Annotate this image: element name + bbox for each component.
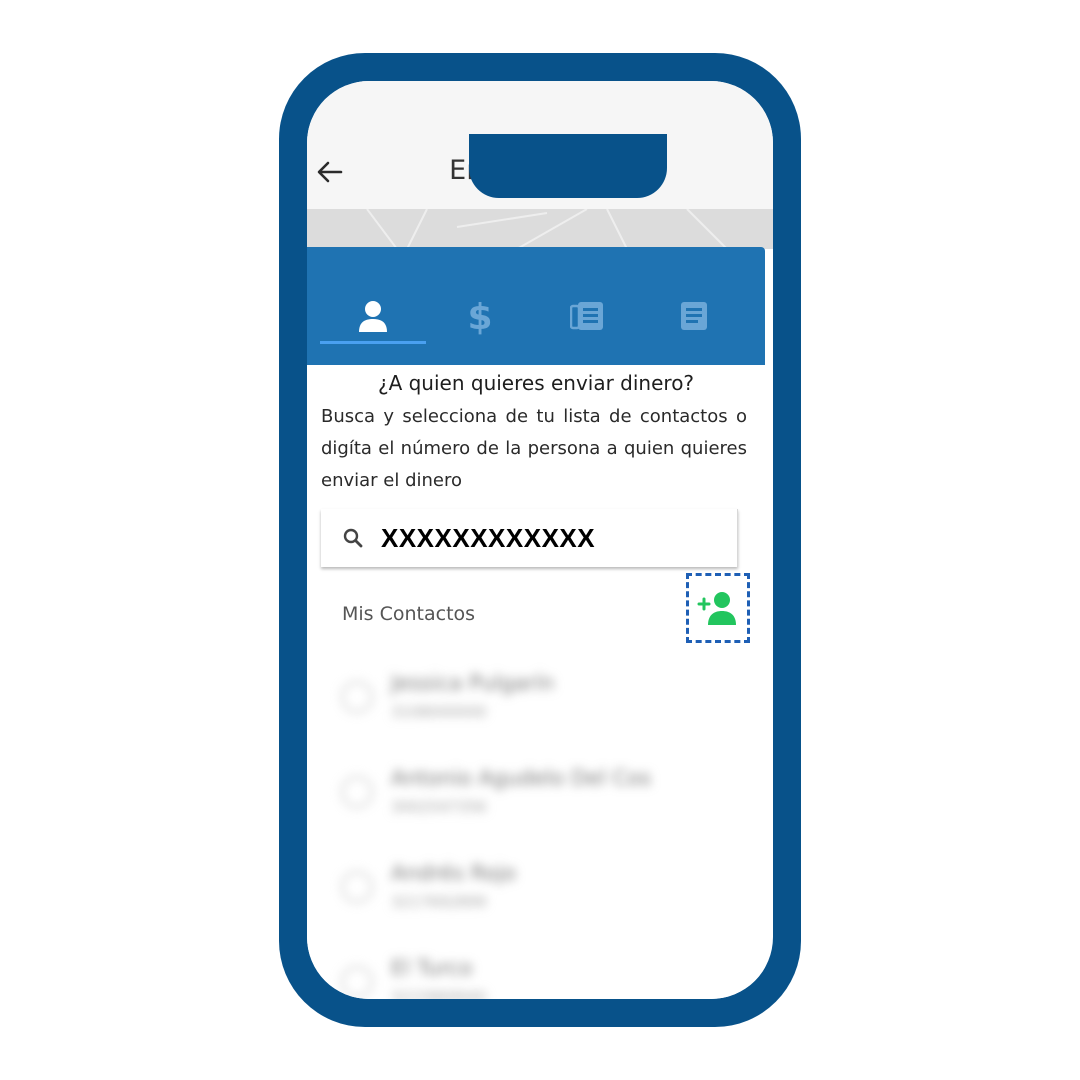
contact-name: Antonio Agudelo Del Cos bbox=[391, 766, 652, 790]
contact-row[interactable]: Jessica Pulgarín 3108000000 bbox=[307, 657, 765, 752]
tab-bar: $ bbox=[307, 247, 765, 365]
phone-frame: Enviar dinero $ bbox=[279, 53, 801, 1027]
contact-row[interactable]: Andrés Rojo 3217692899 bbox=[307, 847, 765, 942]
contact-number: 3108000000 bbox=[391, 703, 487, 721]
contact-row[interactable]: El Turco 3215869940 bbox=[307, 942, 765, 999]
person-icon bbox=[359, 301, 387, 332]
contact-avatar bbox=[341, 871, 373, 903]
contact-number: 3002547356 bbox=[391, 798, 487, 816]
dollar-icon: $ bbox=[467, 297, 492, 336]
svg-text:$: $ bbox=[467, 297, 492, 336]
contact-name: Jessica Pulgarín bbox=[391, 671, 555, 695]
instructions: Busca y selecciona de tu lista de contac… bbox=[321, 406, 747, 491]
search-input[interactable]: XXXXXXXXXXXX bbox=[321, 509, 738, 567]
contact-name: El Turco bbox=[391, 956, 473, 980]
add-contact-button[interactable] bbox=[686, 573, 750, 643]
headline: ¿A quien quieres enviar dinero? bbox=[377, 371, 695, 395]
phone-screen: Enviar dinero $ bbox=[307, 81, 773, 999]
tab-summary[interactable] bbox=[641, 291, 747, 341]
contact-name: Andrés Rojo bbox=[391, 861, 516, 885]
phone-notch bbox=[469, 134, 667, 198]
active-tab-indicator bbox=[320, 341, 426, 344]
tab-bills[interactable] bbox=[534, 291, 640, 341]
add-contact-icon bbox=[697, 592, 736, 625]
document-icon bbox=[681, 302, 707, 330]
search-icon bbox=[327, 527, 379, 549]
send-money-card: $ ¿A quien quieres enviar dinero? Busca … bbox=[307, 247, 765, 999]
contacts-section-title: Mis Contactos bbox=[342, 603, 476, 625]
contact-avatar bbox=[341, 966, 373, 998]
contact-avatar bbox=[341, 776, 373, 808]
tab-contact[interactable] bbox=[320, 291, 426, 341]
search-value[interactable]: XXXXXXXXXXXX bbox=[381, 523, 595, 554]
contact-row[interactable]: Antonio Agudelo Del Cos 3002547356 bbox=[307, 752, 765, 847]
map-background bbox=[307, 209, 773, 249]
contacts-list: Jessica Pulgarín 3108000000 Antonio Agud… bbox=[307, 657, 765, 999]
contact-avatar bbox=[341, 681, 373, 713]
contact-number: 3215869940 bbox=[391, 988, 487, 999]
contact-number: 3217692899 bbox=[391, 893, 487, 911]
bills-icon bbox=[570, 302, 603, 330]
tab-amount[interactable]: $ bbox=[427, 291, 533, 341]
